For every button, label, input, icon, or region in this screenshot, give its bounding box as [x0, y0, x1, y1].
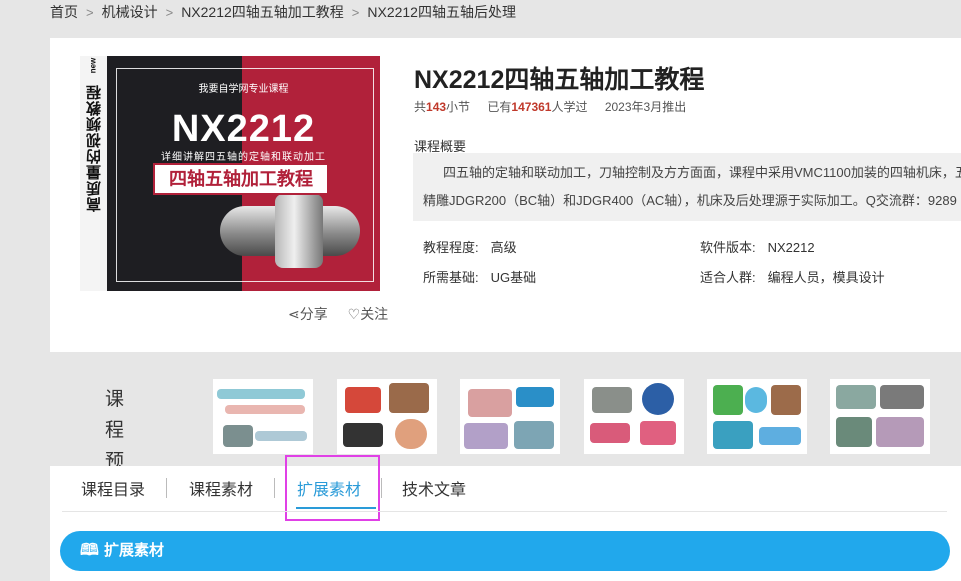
- breadcrumb-course[interactable]: NX2212四轴五轴加工教程: [181, 4, 344, 20]
- chevron-right-icon: >: [86, 5, 94, 20]
- info-audience: 适合人群: 编程人员，模具设计: [700, 270, 885, 285]
- lesson-count: 143: [426, 100, 447, 114]
- preview-thumbnail[interactable]: [213, 379, 313, 454]
- book-icon: 🕮: [80, 542, 99, 559]
- extended-materials-header[interactable]: 🕮 扩展素材: [60, 531, 950, 571]
- tabs-section: 课程目录 课程素材 扩展素材 技术文章 🕮 扩展素材: [50, 455, 961, 581]
- tab-course-materials[interactable]: 课程素材: [189, 476, 253, 506]
- breadcrumb: 首页 > 机械设计 > NX2212四轴五轴加工教程 > NX2212四轴五轴后处理: [50, 0, 516, 24]
- course-meta: 共143小节 已有147361人学过 2023年3月推出: [414, 100, 687, 114]
- tab-divider: [381, 478, 382, 498]
- learner-count: 147361: [511, 100, 552, 114]
- share-icon: ⋖: [288, 306, 300, 322]
- preview-thumbnail[interactable]: [830, 379, 930, 454]
- chevron-right-icon: >: [351, 5, 360, 20]
- cover-top-text: 我要自学网专业课程: [198, 84, 289, 95]
- cover-big-title: NX2212: [171, 108, 316, 150]
- follow-button[interactable]: ♡关注: [348, 306, 389, 322]
- course-title: NX2212四轴五轴加工教程: [414, 66, 705, 94]
- tabs-divider-line: [62, 511, 947, 512]
- info-basis: 所需基础: UG基础: [423, 270, 537, 285]
- preview-thumbnail[interactable]: [337, 379, 437, 454]
- breadcrumb-lesson[interactable]: NX2212四轴五轴后处理: [367, 4, 516, 20]
- course-cover-image[interactable]: new 高质量的视频教程 我要自学网专业课程 NX2212 详细讲解四五轴的定轴…: [80, 56, 380, 291]
- cover-part-image: [275, 194, 323, 268]
- tab-divider: [166, 478, 167, 498]
- preview-thumbnail[interactable]: [460, 379, 560, 454]
- course-actions: ⋖分享 ♡关注: [272, 304, 388, 324]
- tab-divider: [274, 478, 275, 498]
- cover-banner-text: 四轴五轴加工教程: [169, 169, 313, 189]
- cover-new-tag: new: [88, 57, 98, 74]
- chevron-right-icon: >: [165, 5, 174, 20]
- info-version: 软件版本: NX2212: [700, 240, 815, 255]
- breadcrumb-home[interactable]: 首页: [50, 4, 78, 20]
- tab-tech-articles[interactable]: 技术文章: [402, 476, 466, 506]
- course-card: new 高质量的视频教程 我要自学网专业课程 NX2212 详细讲解四五轴的定轴…: [50, 38, 961, 352]
- course-preview: 课 程 预 览: [50, 366, 961, 503]
- release-date: 2023年3月推出: [604, 100, 687, 114]
- overview-text: 四五轴的定轴和联动加工，刀轴控制及方方面面，课程中采用VMC1100加装的四轴机…: [413, 153, 961, 221]
- share-button[interactable]: ⋖分享: [288, 306, 328, 322]
- section-bar-label: 扩展素材: [104, 542, 165, 559]
- breadcrumb-category[interactable]: 机械设计: [102, 4, 158, 20]
- tab-course-catalog[interactable]: 课程目录: [81, 476, 145, 506]
- preview-thumbnail[interactable]: [584, 379, 684, 454]
- heart-icon: ♡: [347, 306, 361, 322]
- cover-subtitle: 详细讲解四五轴的定轴和联动加工: [161, 152, 326, 163]
- preview-thumbnail[interactable]: [707, 379, 807, 454]
- info-level: 教程程度: 高级: [423, 240, 517, 255]
